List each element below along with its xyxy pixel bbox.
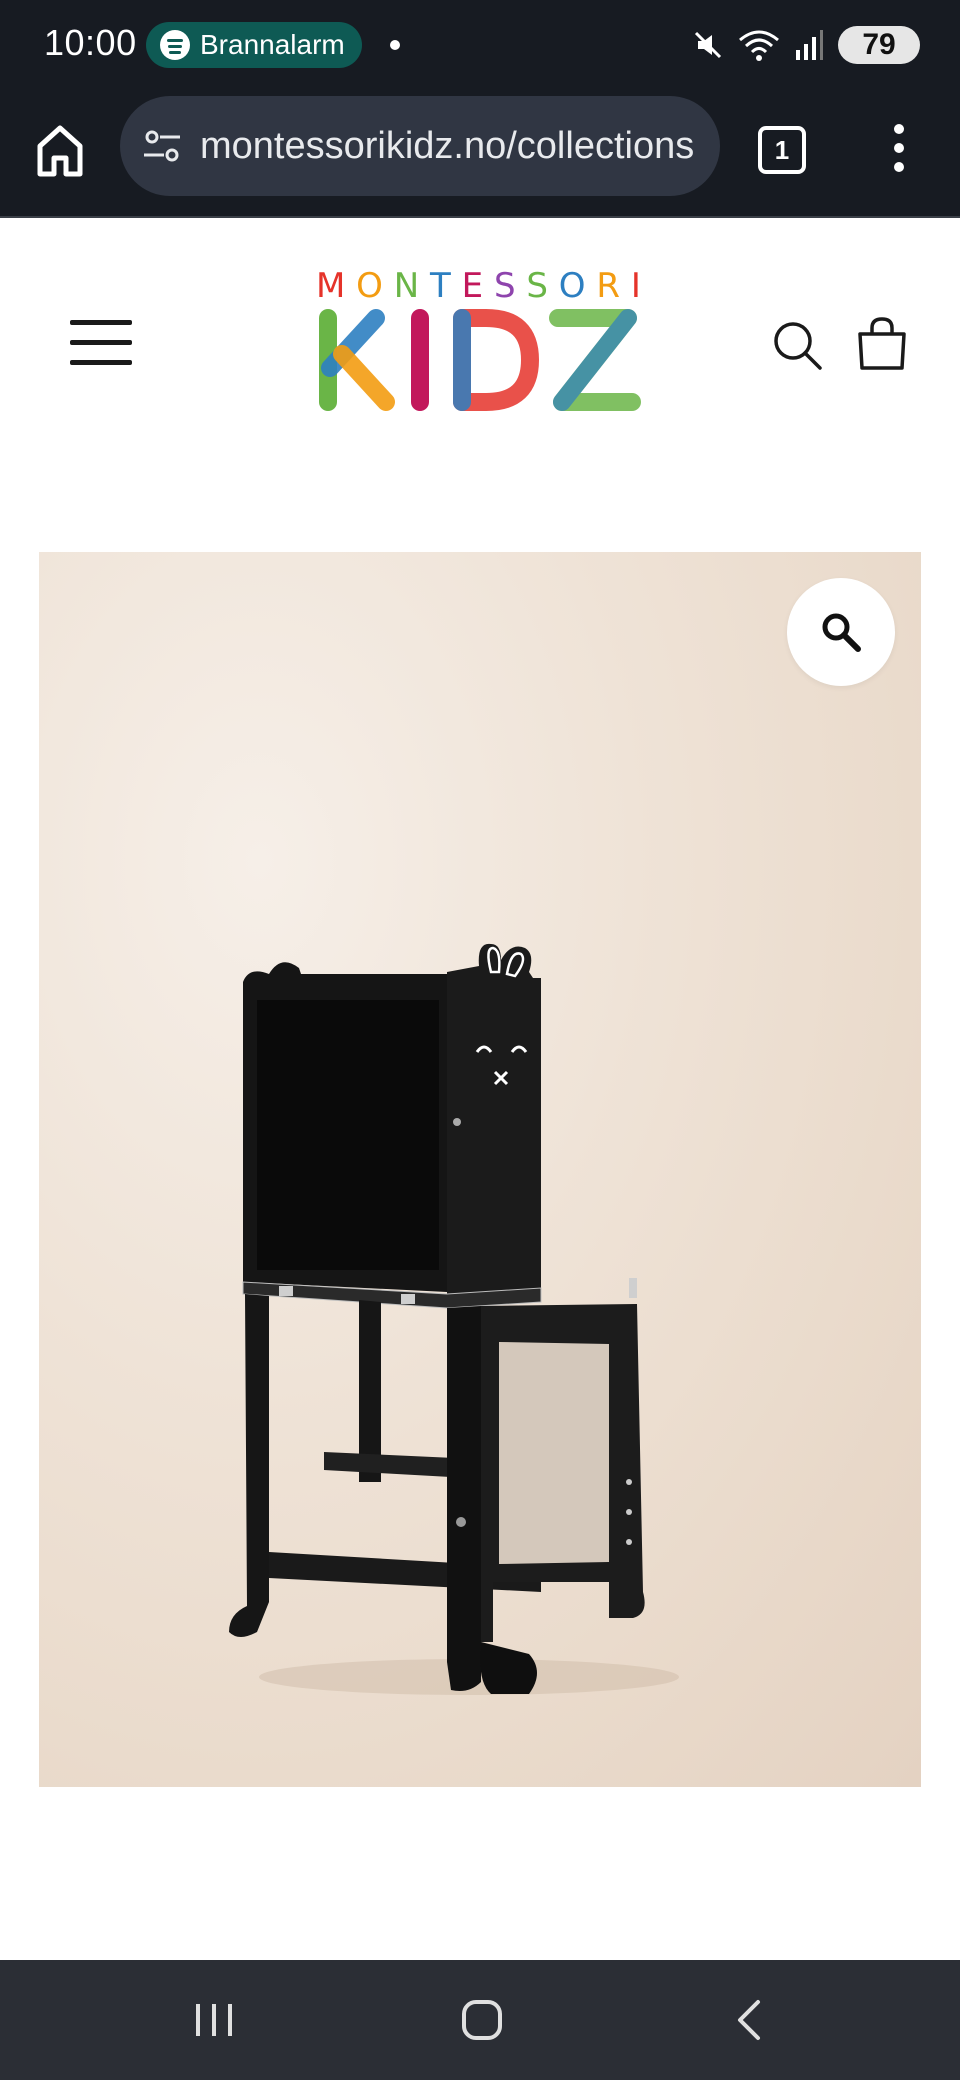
wifi-icon <box>739 30 779 61</box>
address-bar[interactable]: montessorikidz.no/collections <box>120 96 720 196</box>
url-text[interactable]: montessorikidz.no/collections <box>200 125 708 168</box>
notification-label: Brannalarm <box>200 29 345 60</box>
search-icon[interactable] <box>770 318 824 372</box>
learning-tower-illustration <box>229 943 679 1695</box>
status-bar: 10:00 Brannalarm 79 <box>0 0 960 92</box>
more-menu-icon[interactable] <box>880 118 920 178</box>
home-icon[interactable] <box>36 120 84 180</box>
recent-apps-icon[interactable] <box>184 1990 244 2050</box>
site-logo[interactable]: MONTESSORI <box>316 266 642 411</box>
tabs-icon[interactable]: 1 <box>758 126 806 174</box>
system-nav-bar <box>0 1960 960 2080</box>
battery-icon: 79 <box>838 26 920 64</box>
spotify-icon <box>160 30 190 60</box>
status-icons: 79 <box>692 22 920 68</box>
battery-level: 79 <box>862 28 896 61</box>
logo-top-text: MONTESSORI <box>316 266 642 306</box>
shopping-bag-icon[interactable] <box>856 316 908 372</box>
back-icon[interactable] <box>720 1990 780 2050</box>
signal-icon <box>796 30 823 60</box>
notification-pill[interactable]: Brannalarm <box>146 22 362 68</box>
product-image[interactable] <box>39 552 921 1787</box>
magnifier-icon <box>822 613 861 652</box>
logo-main-text <box>316 308 642 412</box>
status-time: 10:00 <box>44 22 137 63</box>
home-icon[interactable] <box>452 1990 512 2050</box>
site-settings-icon[interactable] <box>140 124 184 168</box>
tab-count: 1 <box>774 134 790 165</box>
zoom-button[interactable] <box>787 578 895 686</box>
browser-toolbar: montessorikidz.no/collections 1 <box>0 92 960 218</box>
notification-dot <box>390 40 400 50</box>
hamburger-menu-icon[interactable] <box>70 318 132 368</box>
site-header: MONTESSORI <box>0 218 960 411</box>
mute-icon <box>694 31 722 59</box>
